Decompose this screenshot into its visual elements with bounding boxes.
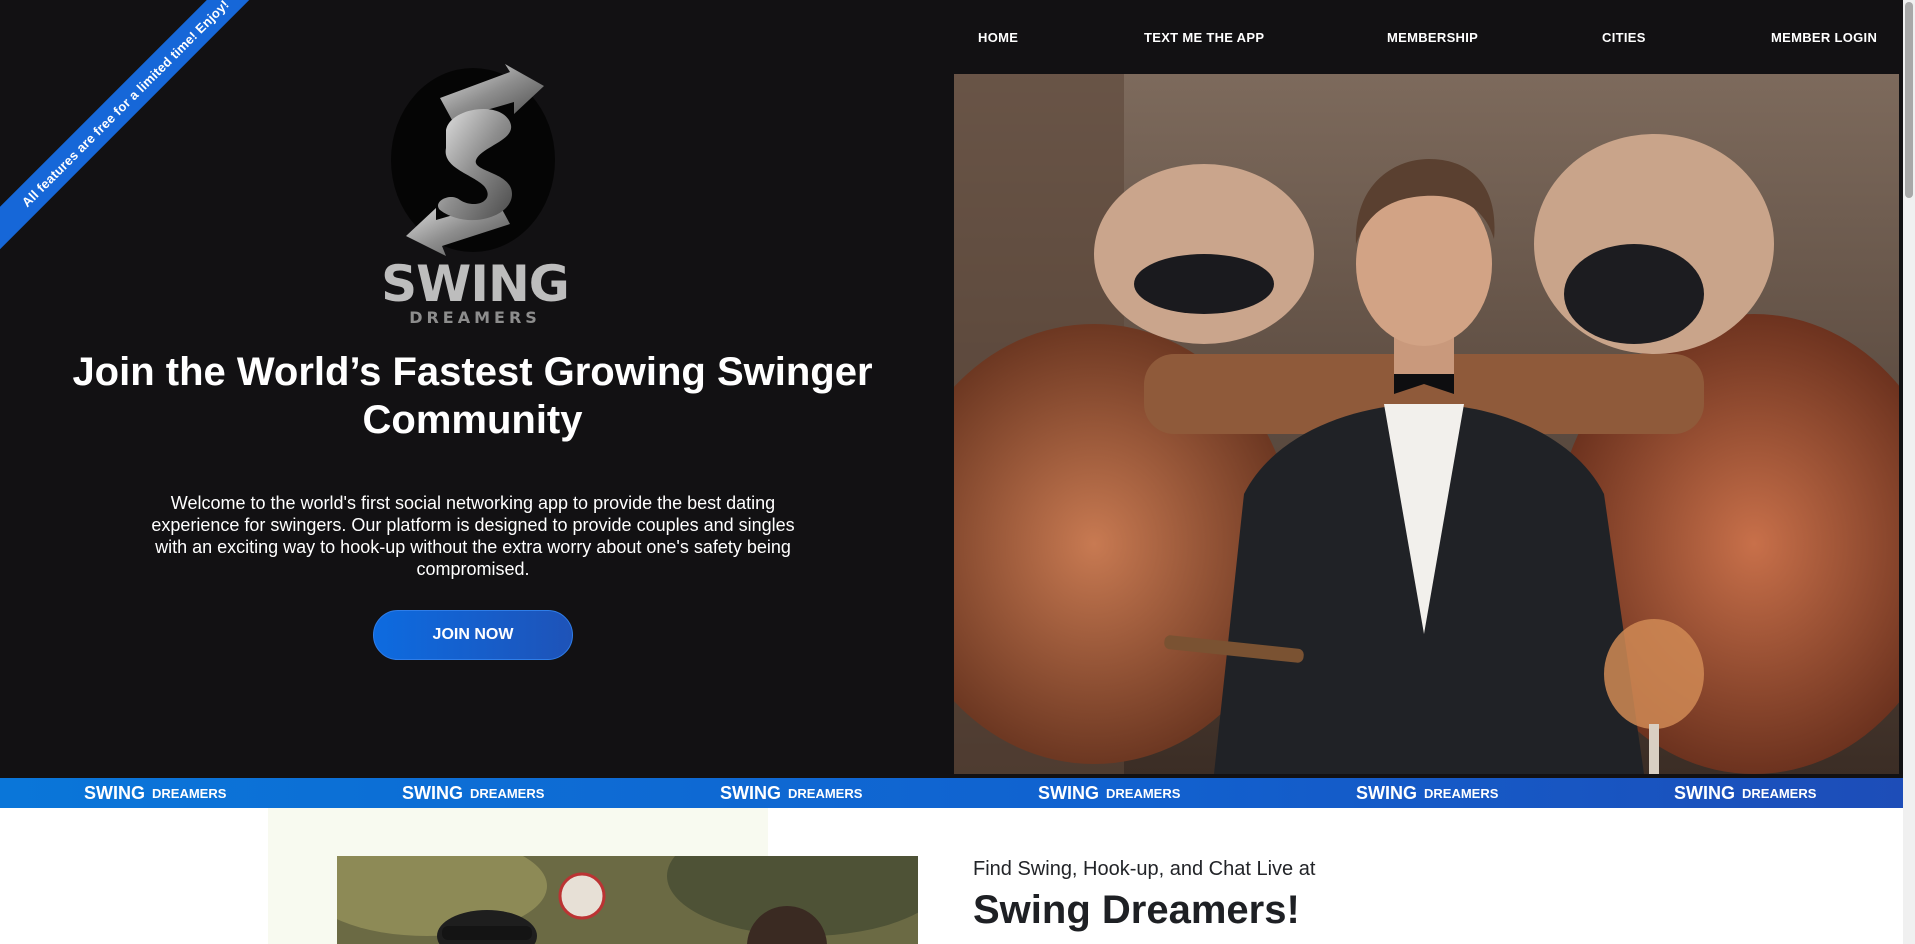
strip-swing-text: SWING [1674, 782, 1735, 803]
nav-text-me-the-app[interactable]: TEXT ME THE APP [1144, 30, 1264, 45]
strip-swing-text: SWING [84, 782, 145, 803]
couple-photo [337, 856, 918, 944]
section-subtitle: Find Swing, Hook-up, and Chat Live at [973, 858, 1316, 880]
strip-swing-text: SWING [402, 782, 463, 803]
strip-dreamers-text: DREAMERS [788, 785, 863, 801]
promo-ribbon: All features are free for a limited time… [0, 0, 274, 252]
logo-wordmark: SWING [381, 255, 570, 313]
strip-dreamers-text: DREAMERS [470, 785, 545, 801]
hero-left-column: All features are free for a limited time… [0, 0, 954, 778]
strip-dreamers-text: DREAMERS [152, 785, 227, 801]
section-title: Swing Dreamers! [973, 888, 1300, 932]
strip-swing-text: SWING [720, 782, 781, 803]
join-now-button[interactable]: JOIN NOW [373, 610, 573, 660]
swing-dreamers-logo[interactable]: SWING DREAMERS [380, 60, 570, 330]
logo-subtitle: DREAMERS [409, 308, 541, 327]
couple-photo-illustration [337, 856, 918, 944]
hero-section: All features are free for a limited time… [0, 0, 1903, 778]
strip-dreamers-text: DREAMERS [1424, 785, 1499, 801]
page: All features are free for a limited time… [0, 0, 1915, 944]
strip-logo: SWING DREAMERS [84, 778, 226, 808]
top-navigation: HOME TEXT ME THE APP MEMBERSHIP CITIES M… [954, 0, 1903, 74]
strip-logo: SWING DREAMERS [1356, 778, 1498, 808]
strip-dreamers-text: DREAMERS [1106, 785, 1181, 801]
page-scrollbar[interactable] [1903, 0, 1915, 944]
nav-cities[interactable]: CITIES [1602, 30, 1646, 45]
strip-logo: SWING DREAMERS [720, 778, 862, 808]
logo-emblem-icon [391, 64, 555, 256]
strip-dreamers-text: DREAMERS [1742, 785, 1817, 801]
strip-swing-text: SWING [1356, 782, 1417, 803]
nav-member-login[interactable]: MEMBER LOGIN [1771, 30, 1877, 45]
nav-membership[interactable]: MEMBERSHIP [1387, 30, 1478, 45]
hero-photo [954, 74, 1899, 774]
hero-photo-illustration [954, 74, 1899, 774]
features-section [0, 808, 1903, 944]
promo-ribbon-text: All features are free for a limited time… [18, 0, 232, 210]
scrollbar-thumb[interactable] [1905, 2, 1913, 198]
strip-logo: SWING DREAMERS [1038, 778, 1180, 808]
strip-logo: SWING DREAMERS [402, 778, 544, 808]
hero-intro: Welcome to the world's first social netw… [151, 493, 795, 579]
hero-headline: Join the World’s Fastest Growing Swinger… [72, 350, 873, 442]
strip-logo: SWING DREAMERS [1674, 778, 1816, 808]
strip-swing-text: SWING [1038, 782, 1099, 803]
brand-banner-strip: SWING DREAMERS SWING DREAMERS SWING DREA… [0, 778, 1903, 808]
nav-home[interactable]: HOME [978, 30, 1018, 45]
